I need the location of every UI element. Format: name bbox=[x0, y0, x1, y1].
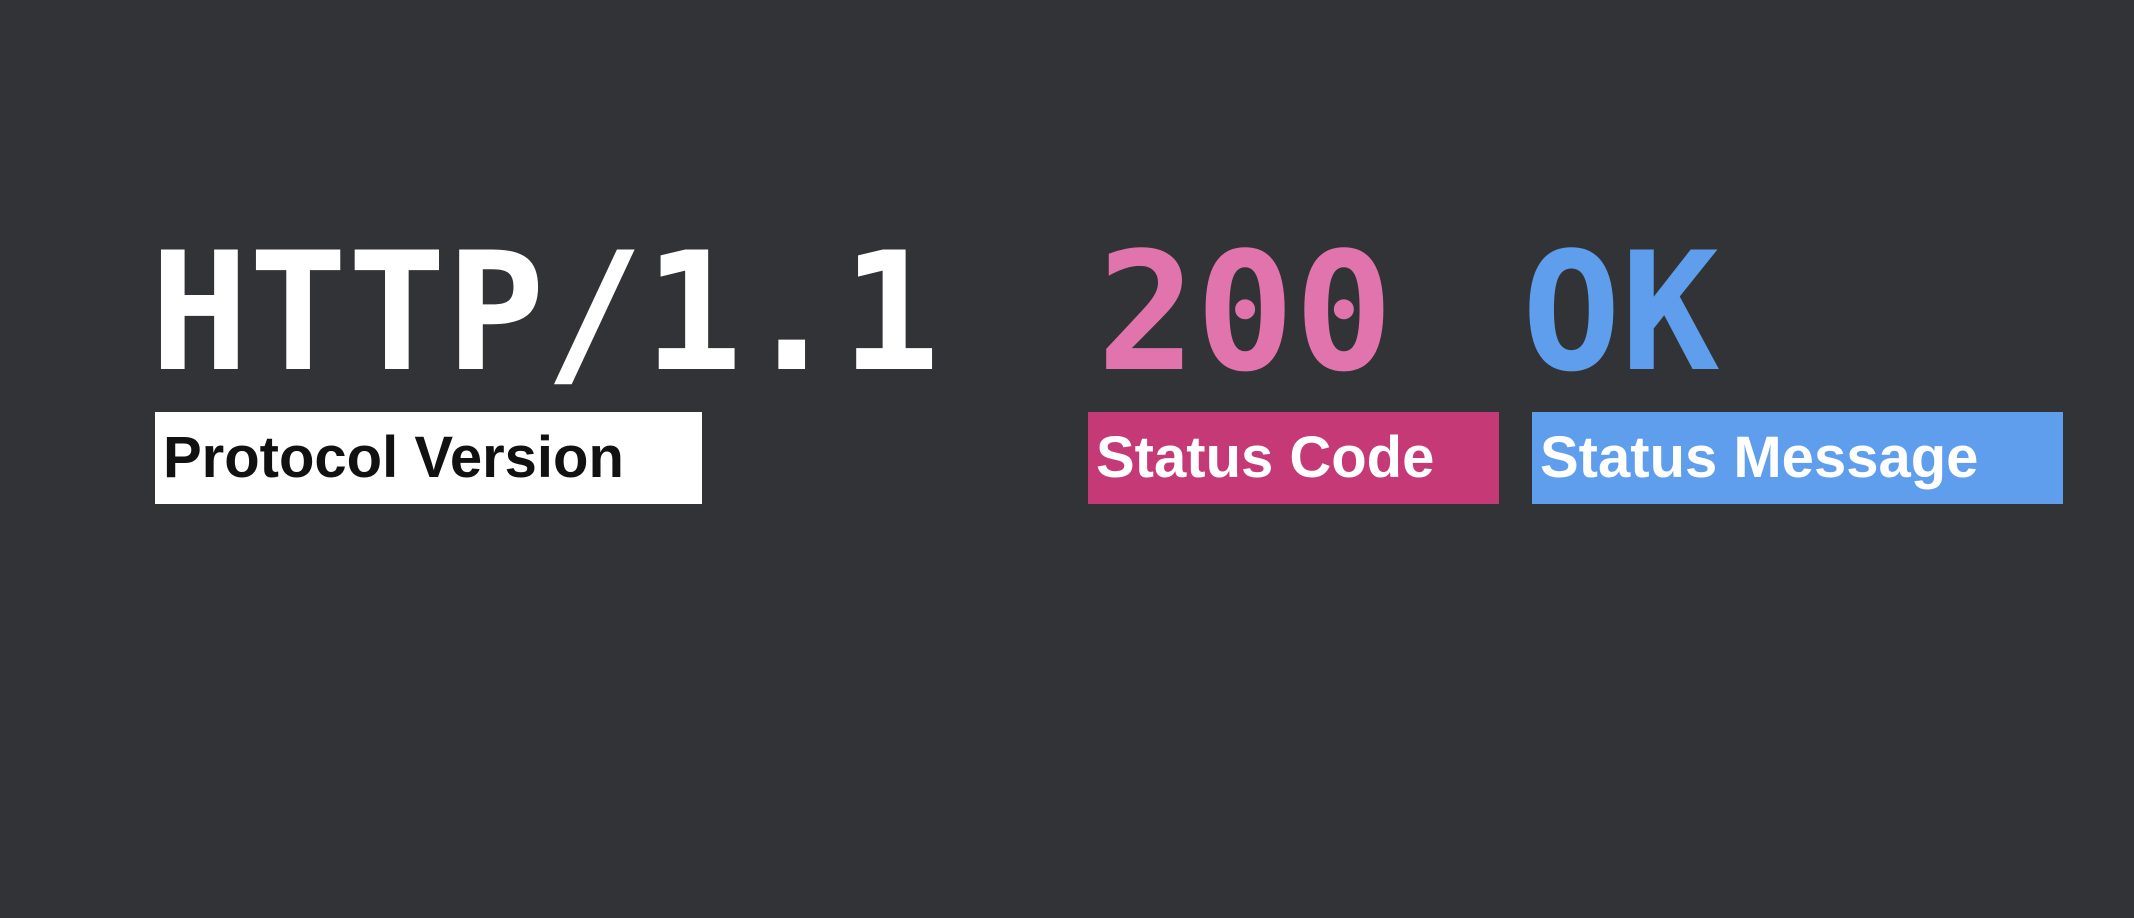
http-status-line: HTTP/1.1 200 OK bbox=[150, 228, 1719, 908]
status-message-label: Status Message bbox=[1532, 412, 2063, 504]
status-code-label: Status Code bbox=[1088, 412, 1499, 504]
protocol-version-text: HTTP/1.1 bbox=[150, 217, 940, 408]
protocol-version-label: Protocol Version bbox=[155, 412, 702, 504]
status-message-text: OK bbox=[1522, 217, 1720, 408]
status-code-text: 200 bbox=[1097, 217, 1394, 408]
